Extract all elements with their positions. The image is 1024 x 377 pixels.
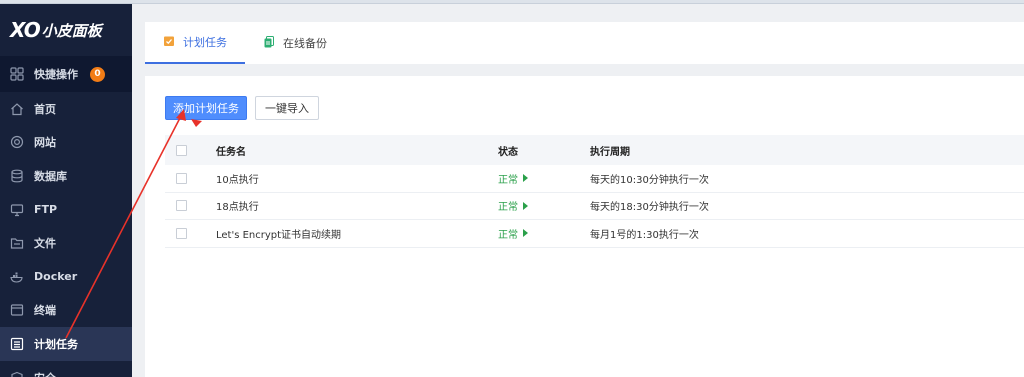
shield-icon	[10, 371, 24, 377]
row-checkbox[interactable]	[176, 200, 187, 212]
sidebar-item-label: 首页	[34, 102, 56, 116]
task-status-text: 正常	[498, 202, 518, 214]
sidebar-item-database[interactable]: 数据库	[0, 159, 132, 193]
sidebar-item-label: 网站	[34, 136, 56, 150]
task-table: 任务名 状态 执行周期 10点执行 正常 每天的10:30分钟执行一次 18点执…	[165, 135, 1024, 248]
sidebar-item-label: 快捷操作	[34, 68, 78, 81]
sidebar-item-files[interactable]: 文件	[0, 226, 132, 260]
task-cycle: 每天的10:30分钟执行一次	[590, 174, 709, 186]
terminal-icon	[10, 303, 24, 317]
sidebar-item-ftp[interactable]: FTP	[0, 193, 132, 227]
task-cycle: 每天的18:30分钟执行一次	[590, 202, 709, 214]
sidebar-item-label: 终端	[34, 304, 56, 318]
database-icon	[10, 169, 24, 183]
logo-mark: XO	[10, 18, 41, 42]
logo-text: 小皮面板	[41, 21, 102, 40]
play-icon	[523, 174, 528, 183]
tab-online-backup[interactable]: 在线备份	[245, 22, 345, 64]
task-status-toggle[interactable]: 正常	[498, 198, 590, 213]
grid-icon	[10, 67, 24, 81]
tab-scheduled-tasks[interactable]: 计划任务	[145, 22, 245, 64]
backup-icon	[263, 35, 275, 51]
row-checkbox[interactable]	[176, 227, 187, 239]
docker-icon	[10, 270, 24, 284]
task-list-icon	[10, 337, 24, 351]
column-header-name: 任务名	[216, 146, 246, 158]
task-name: 10点执行	[216, 174, 259, 186]
task-cycle: 每月1号的1:30执行一次	[590, 229, 699, 241]
main-content: 计划任务 在线备份 添加计划任务 一键导入 任务名 状态 执行周期 10点执行 …	[132, 4, 1024, 377]
sidebar-item-home[interactable]: 首页	[0, 92, 132, 126]
play-icon	[523, 201, 528, 210]
sidebar-item-label: Docker	[34, 270, 78, 284]
task-status-toggle[interactable]: 正常	[498, 226, 590, 241]
sidebar-item-label: 安全	[34, 370, 56, 377]
sidebar-item-label: 数据库	[34, 169, 67, 183]
column-header-status: 状态	[498, 146, 518, 158]
row-checkbox[interactable]	[176, 172, 187, 184]
tab-bar: 计划任务 在线备份	[145, 22, 1024, 64]
tab-label: 在线备份	[283, 37, 327, 50]
sidebar-item-scheduled-tasks[interactable]: 计划任务	[0, 327, 132, 361]
table-row: 18点执行 正常 每天的18:30分钟执行一次	[165, 193, 1024, 220]
table-header: 任务名 状态 执行周期	[165, 135, 1024, 165]
task-name: Let's Encrypt证书自动续期	[216, 229, 342, 241]
sidebar-nav: 快捷操作 0 首页 网站 数据库 FTP 文件 Docker 终端 计划任务	[0, 56, 132, 377]
quick-actions-badge: 0	[90, 66, 105, 82]
one-click-import-button[interactable]: 一键导入	[255, 96, 319, 120]
select-all-checkbox[interactable]	[176, 144, 187, 156]
logo: XO 小皮面板	[0, 4, 132, 56]
sidebar-item-label: 计划任务	[34, 337, 78, 351]
task-status-text: 正常	[498, 229, 518, 241]
sidebar-item-quick-actions[interactable]: 快捷操作 0	[0, 56, 132, 92]
task-status-text: 正常	[498, 174, 518, 186]
play-icon	[523, 229, 528, 238]
table-row: 10点执行 正常 每天的10:30分钟执行一次	[165, 165, 1024, 193]
task-status-toggle[interactable]: 正常	[498, 171, 590, 186]
monitor-icon	[10, 203, 24, 217]
sidebar-item-terminal[interactable]: 终端	[0, 294, 132, 328]
sidebar-item-security[interactable]: 安全	[0, 361, 132, 377]
add-scheduled-task-button[interactable]: 添加计划任务	[165, 96, 247, 120]
task-name: 18点执行	[216, 202, 259, 214]
table-row: Let's Encrypt证书自动续期 正常 每月1号的1:30执行一次	[165, 220, 1024, 248]
sidebar-item-docker[interactable]: Docker	[0, 260, 132, 294]
calendar-check-icon	[163, 35, 175, 50]
sidebar-item-label: FTP	[34, 203, 58, 217]
home-icon	[10, 102, 24, 116]
globe-icon	[10, 135, 24, 149]
sidebar-item-website[interactable]: 网站	[0, 126, 132, 160]
folder-icon	[10, 236, 24, 250]
tab-label: 计划任务	[183, 36, 227, 49]
column-header-cycle: 执行周期	[590, 146, 630, 158]
task-panel: 添加计划任务 一键导入 任务名 状态 执行周期 10点执行 正常 每天的10:3…	[145, 76, 1024, 377]
sidebar-item-label: 文件	[34, 237, 56, 251]
sidebar: XO 小皮面板 快捷操作 0 首页 网站 数据库 FTP 文件 Docker 终…	[0, 4, 132, 377]
